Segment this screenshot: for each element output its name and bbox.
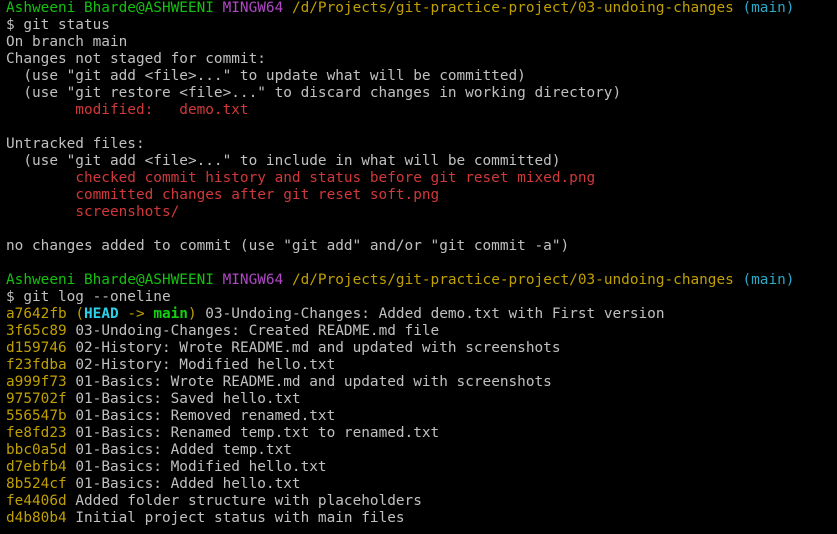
prompt-user: Ashweeni Bharde@ASHWEENI bbox=[6, 272, 214, 288]
status-hint-include: (use "git add <file>..." to include in w… bbox=[6, 153, 561, 169]
commit-hash: d4b80b4 bbox=[6, 510, 67, 526]
prompt-branch: (main) bbox=[742, 272, 795, 288]
log-entry: d7ebfb4 01-Basics: Modified hello.txt bbox=[6, 459, 837, 476]
commit-hash: f23fdba bbox=[6, 357, 67, 373]
prompt-path: /d/Projects/git-practice-project/03-undo… bbox=[291, 272, 734, 288]
log-entry: f23fdba 02-History: Modified hello.txt bbox=[6, 357, 837, 374]
log-entry: fe8fd23 01-Basics: Renamed temp.txt to r… bbox=[6, 425, 837, 442]
untracked-file: checked commit history and status before… bbox=[6, 170, 837, 187]
log-entry: 8b524cf 01-Basics: Added hello.txt bbox=[6, 476, 837, 493]
prompt-path: /d/Projects/git-practice-project/03-undo… bbox=[291, 0, 734, 16]
status-untracked-header: Untracked files: bbox=[6, 136, 145, 152]
log-entry: fe4406d Added folder structure with plac… bbox=[6, 493, 837, 510]
modified-file: demo.txt bbox=[179, 102, 249, 118]
commit-message: 02-History: Modified hello.txt bbox=[75, 357, 336, 373]
commit-message: 02-History: Wrote README.md and updated … bbox=[75, 340, 561, 356]
status-summary: no changes added to commit (use "git add… bbox=[6, 238, 570, 254]
untracked-file-name: committed changes after git reset soft.p… bbox=[75, 187, 440, 203]
untracked-file-name: checked commit history and status before… bbox=[75, 170, 596, 186]
status-modified-line: modified: demo.txt bbox=[6, 102, 837, 119]
status-hint-restore: (use "git restore <file>..." to discard … bbox=[6, 85, 622, 101]
commit-hash: fe4406d bbox=[6, 493, 67, 509]
log-entry: 3f65c89 03-Undoing-Changes: Created READ… bbox=[6, 323, 837, 340]
head-ref: HEAD bbox=[84, 306, 119, 322]
log-head-entry: a7642fb (HEAD -> main) 03-Undoing-Change… bbox=[6, 306, 837, 323]
prompt-branch: (main) bbox=[742, 0, 795, 16]
commit-message: 01-Basics: Removed renamed.txt bbox=[75, 408, 336, 424]
commit-hash: 3f65c89 bbox=[6, 323, 67, 339]
commit-message: 01-Basics: Renamed temp.txt to renamed.t… bbox=[75, 425, 440, 441]
untracked-file: screenshots/ bbox=[6, 204, 837, 221]
commit-hash: fe8fd23 bbox=[6, 425, 67, 441]
prompt-env: MINGW64 bbox=[222, 0, 284, 16]
prompt-line: Ashweeni Bharde@ASHWEENI MINGW64 /d/Proj… bbox=[6, 0, 837, 17]
commit-message: 01-Basics: Wrote README.md and updated w… bbox=[75, 374, 552, 390]
commit-message: 03-Undoing-Changes: Created README.md fi… bbox=[75, 323, 440, 339]
commit-message: 01-Basics: Saved hello.txt bbox=[75, 391, 301, 407]
status-hint-add: (use "git add <file>..." to update what … bbox=[6, 68, 526, 84]
modified-label: modified: bbox=[6, 102, 180, 118]
log-entry: d159746 02-History: Wrote README.md and … bbox=[6, 340, 837, 357]
log-list: 3f65c89 03-Undoing-Changes: Created READ… bbox=[6, 323, 837, 527]
log-entry: bbc0a5d 01-Basics: Added temp.txt bbox=[6, 442, 837, 459]
branch-ref: main bbox=[153, 306, 188, 322]
log-entry: d4b80b4 Initial project status with main… bbox=[6, 510, 837, 527]
commit-hash: 556547b bbox=[6, 408, 67, 424]
commit-message: 01-Basics: Modified hello.txt bbox=[75, 459, 327, 475]
prompt-user: Ashweeni Bharde@ASHWEENI bbox=[6, 0, 214, 16]
command-line: $ git status bbox=[6, 17, 110, 33]
log-entry: a999f73 01-Basics: Wrote README.md and u… bbox=[6, 374, 837, 391]
status-branch: On branch main bbox=[6, 34, 128, 50]
commit-hash: 8b524cf bbox=[6, 476, 67, 492]
ref-close-paren: ) bbox=[187, 306, 197, 322]
commit-hash: 975702f bbox=[6, 391, 67, 407]
status-not-staged-header: Changes not staged for commit: bbox=[6, 51, 266, 67]
commit-hash: d7ebfb4 bbox=[6, 459, 67, 475]
commit-hash: bbc0a5d bbox=[6, 442, 67, 458]
untracked-file: committed changes after git reset soft.p… bbox=[6, 187, 837, 204]
terminal-window[interactable]: Ashweeni Bharde@ASHWEENI MINGW64 /d/Proj… bbox=[0, 0, 837, 534]
ref-arrow: -> bbox=[118, 306, 154, 322]
commit-message: Added folder structure with placeholders bbox=[75, 493, 422, 509]
commit-hash: d159746 bbox=[6, 340, 67, 356]
log-entry: 556547b 01-Basics: Removed renamed.txt bbox=[6, 408, 837, 425]
commit-message: 01-Basics: Added hello.txt bbox=[75, 476, 301, 492]
commit-hash: a999f73 bbox=[6, 374, 67, 390]
commit-hash: a7642fb bbox=[6, 306, 67, 322]
prompt-line: Ashweeni Bharde@ASHWEENI MINGW64 /d/Proj… bbox=[6, 272, 837, 289]
commit-message: Initial project status with main files bbox=[75, 510, 405, 526]
command-line: $ git log --oneline bbox=[6, 289, 171, 305]
log-entry: 975702f 01-Basics: Saved hello.txt bbox=[6, 391, 837, 408]
ref-open-paren: ( bbox=[75, 306, 84, 322]
commit-message: 01-Basics: Added temp.txt bbox=[75, 442, 292, 458]
commit-message: 03-Undoing-Changes: Added demo.txt with … bbox=[196, 306, 665, 322]
untracked-file-name: screenshots/ bbox=[75, 204, 180, 220]
prompt-env: MINGW64 bbox=[222, 272, 284, 288]
